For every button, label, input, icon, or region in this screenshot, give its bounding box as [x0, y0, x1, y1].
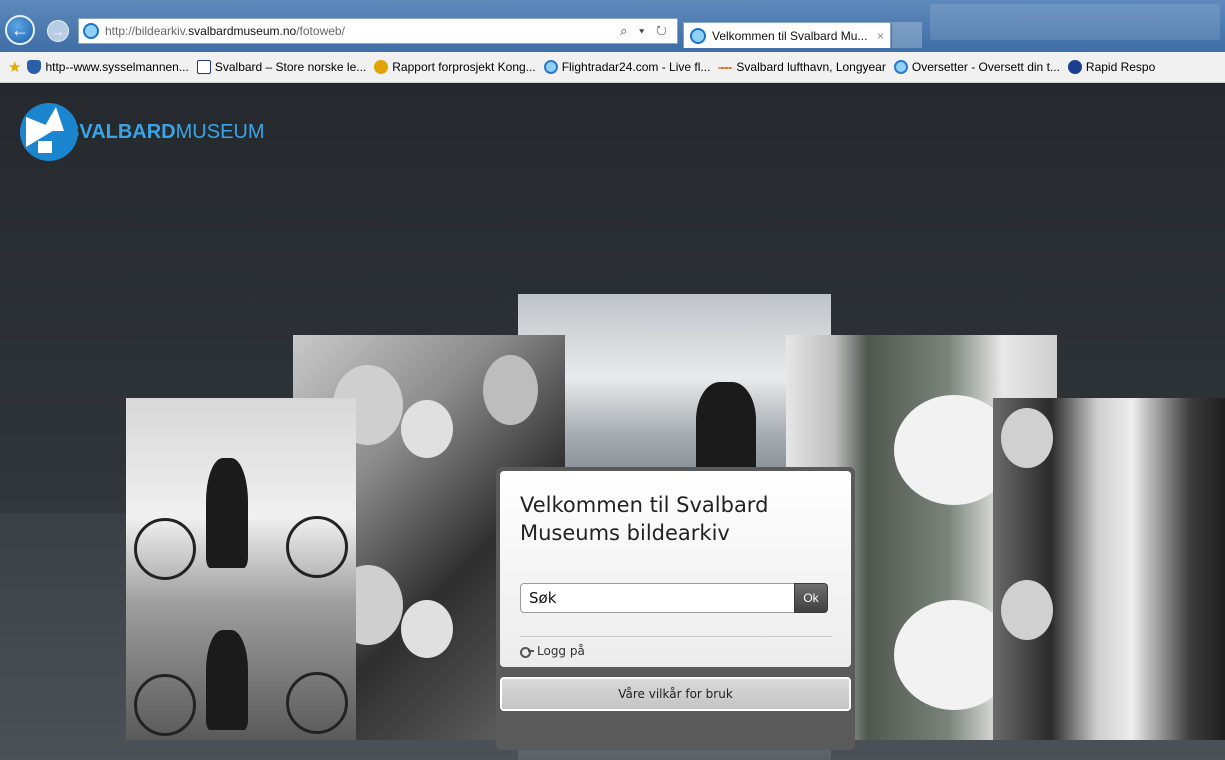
photo-face [401, 400, 453, 458]
ok-button[interactable]: Ok [794, 583, 828, 613]
terms-of-use-button[interactable]: Våre vilkår for bruk [500, 677, 851, 711]
photo-figure [206, 458, 248, 568]
new-tab-button[interactable] [892, 22, 922, 48]
logo-wing-shape [42, 107, 64, 131]
login-label: Logg på [537, 644, 585, 658]
search-row: Ok [520, 583, 828, 613]
favorite-label: Svalbard lufthavn, Longyear [736, 60, 886, 74]
url-domain: svalbardmuseum.no [188, 24, 297, 38]
photo-figure [206, 630, 248, 730]
shield-icon [27, 60, 42, 74]
runway-icon [718, 67, 733, 69]
welcome-heading: Velkommen til Svalbard Museums bildearki… [520, 493, 769, 545]
key-icon [520, 645, 534, 658]
forward-button[interactable]: → [47, 20, 69, 42]
logo-house-shape [38, 141, 52, 153]
page-background: SVALBARDMUSEUM Velkommen til Svalbard Mu… [0, 83, 1225, 760]
url-prefix: http://bildearkiv. [105, 24, 189, 38]
logo-text-bold: SVALBARD [66, 120, 176, 143]
info-icon [196, 60, 211, 74]
favorite-label: http--www.sysselmannen... [45, 60, 189, 74]
url-path: /fotoweb/ [296, 24, 345, 38]
forward-arrow-icon: → [51, 23, 65, 39]
welcome-dialog-body: Velkommen til Svalbard Museums bildearki… [500, 471, 851, 667]
favorite-item[interactable]: Svalbard lufthavn, Longyear [718, 60, 886, 74]
svalbard-museum-logo-icon [20, 103, 78, 161]
favorite-label: Rapport forprosjekt Kong... [392, 60, 536, 74]
photo-face [1001, 580, 1053, 640]
ie-page-icon [893, 60, 908, 74]
photo-face [401, 600, 453, 658]
bicycle-wheel [134, 518, 196, 580]
login-link[interactable]: Logg på [520, 644, 585, 658]
site-logo[interactable]: SVALBARDMUSEUM [20, 103, 265, 161]
divider [520, 636, 832, 637]
favorite-label: Flightradar24.com - Live fl... [561, 60, 711, 74]
favorite-label: Rapid Respo [1085, 60, 1156, 74]
browser-title-bar: ← → http://bildearkiv.svalbardmuseum.no/… [0, 0, 1225, 52]
favorite-label: Svalbard – Store norske le... [214, 60, 367, 74]
favorite-item[interactable]: Rapport forprosjekt Kong... [374, 60, 536, 74]
favorites-bar: ★ http--www.sysselmannen... Svalbard – S… [0, 52, 1225, 83]
search-input[interactable] [520, 583, 794, 613]
photo-face [1001, 408, 1053, 468]
browser-tab-active[interactable]: Velkommen til Svalbard Mu... × [683, 22, 891, 48]
nasa-icon [1067, 60, 1082, 74]
url-text: http://bildearkiv.svalbardmuseum.no/foto… [105, 24, 345, 38]
photo-face [483, 355, 538, 425]
favorite-item[interactable]: Flightradar24.com - Live fl... [543, 60, 711, 74]
logo-text-light: MUSEUM [175, 120, 265, 143]
favorite-label: Oversetter - Oversett din t... [911, 60, 1060, 74]
bicycle-wheel [286, 516, 348, 578]
photo-figure [696, 382, 756, 477]
favorite-item[interactable]: Rapid Respo [1067, 60, 1156, 74]
photo-girl-bicycle [126, 398, 356, 740]
favorite-item[interactable]: Oversetter - Oversett din t... [893, 60, 1060, 74]
address-bar[interactable]: http://bildearkiv.svalbardmuseum.no/foto… [78, 18, 678, 44]
photo-woman-baby [993, 398, 1225, 740]
welcome-dialog: Velkommen til Svalbard Museums bildearki… [496, 467, 855, 750]
back-arrow-icon: ← [11, 19, 29, 40]
favorite-item[interactable]: http--www.sysselmannen... [27, 60, 189, 74]
back-button[interactable]: ← [5, 15, 35, 45]
tab-ie-icon [690, 27, 706, 44]
tab-title: Velkommen til Svalbard Mu... [712, 28, 868, 43]
ie-page-icon [543, 60, 558, 74]
logo-text: SVALBARDMUSEUM [66, 121, 265, 144]
people-icon [374, 60, 389, 74]
address-tools-icons[interactable]: ⌕ ▾ ↻ [620, 23, 671, 39]
favorite-item[interactable]: Svalbard – Store norske le... [196, 60, 367, 74]
bicycle-wheel [134, 674, 196, 736]
blurred-window-region [930, 4, 1220, 40]
tab-close-icon[interactable]: × [871, 29, 890, 43]
ie-page-icon [83, 23, 99, 39]
favorites-star-icon[interactable]: ★ [8, 58, 21, 76]
bicycle-wheel [286, 672, 348, 734]
